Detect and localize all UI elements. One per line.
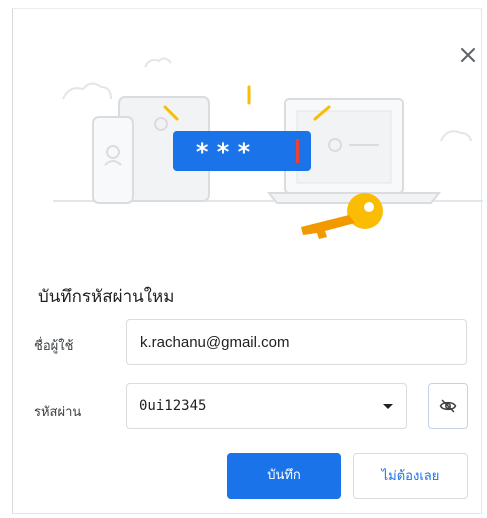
masked-password-text: * * *: [196, 138, 251, 166]
password-illustration: * * *: [53, 57, 483, 239]
username-label: ชื่อผู้ใช้: [34, 339, 74, 354]
masked-password-field: * * *: [173, 131, 311, 171]
password-value: 0ui12345: [139, 398, 207, 414]
eye-off-icon: [439, 399, 457, 413]
close-button[interactable]: [456, 43, 480, 67]
password-label: รหัสผ่าน: [34, 405, 82, 420]
chevron-down-icon: [383, 404, 393, 409]
username-field[interactable]: [126, 319, 467, 365]
phone-icon: [92, 116, 134, 204]
save-button[interactable]: บันทึก: [227, 453, 341, 499]
dialog-title: บันทึกรหัสผ่านใหม: [38, 287, 175, 307]
close-icon: [461, 48, 475, 62]
password-select[interactable]: 0ui12345: [126, 383, 407, 429]
save-password-dialog: * * * บันทึกรหัสผ่านใหม ชื่อผู้ใช้ รหัสผ…: [12, 8, 483, 514]
username-input[interactable]: [140, 320, 450, 364]
toggle-password-visibility-button[interactable]: [428, 383, 468, 429]
never-button[interactable]: ไม่ต้องเลย: [353, 453, 468, 499]
